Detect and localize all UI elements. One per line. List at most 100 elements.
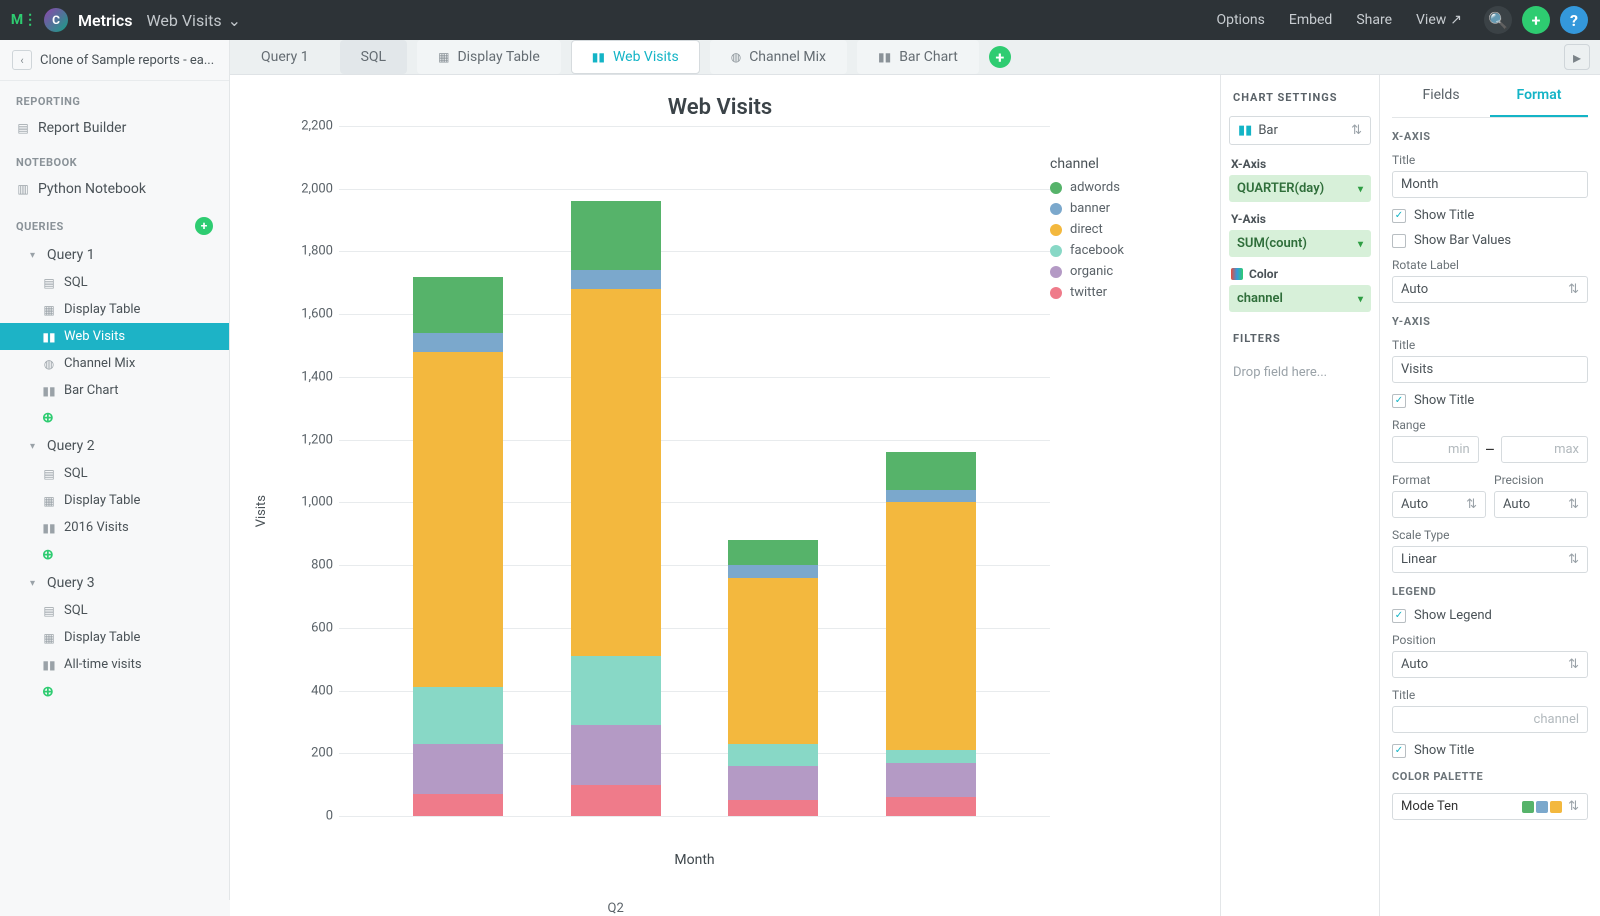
workspace-title[interactable]: Metrics [78,11,132,30]
report-builder-item[interactable]: ▤Report Builder [0,114,229,142]
tab-display-table[interactable]: ▦Display Table [417,40,561,74]
bar-segment-organic[interactable] [886,763,976,798]
bar-segment-banner[interactable] [571,270,661,289]
query-group[interactable]: ▾Query 3 [0,569,229,597]
options-link[interactable]: Options [1216,12,1264,28]
format-select[interactable]: Auto⇅ [1392,491,1486,518]
show-bar-values-checkbox[interactable] [1392,234,1406,248]
range-min-input[interactable] [1392,436,1479,463]
y-show-title-checkbox[interactable] [1392,394,1406,408]
query-child-item[interactable]: ▦Display Table [0,624,229,651]
query-group[interactable]: ▾Query 2 [0,432,229,460]
bar-segment-direct[interactable] [886,502,976,750]
bar-segment-twitter[interactable] [571,785,661,816]
y-title-input[interactable] [1392,356,1588,383]
show-legend-checkbox[interactable] [1392,609,1406,623]
tab-web-visits[interactable]: ▮▮Web Visits [571,40,700,74]
bar-segment-facebook[interactable] [413,687,503,743]
bar-segment-adwords[interactable] [886,452,976,490]
bar-segment-twitter[interactable] [728,800,818,816]
tab-bar-chart[interactable]: ▮▮Bar Chart [857,40,979,74]
bar-segment-adwords[interactable] [413,277,503,333]
y-axis-field[interactable]: SUM(count) [1229,230,1371,257]
query-child-item[interactable]: ▦Display Table [0,296,229,323]
bar-segment-direct[interactable] [571,289,661,656]
tab-query-1[interactable]: Query 1 [240,40,330,74]
add-query-child[interactable]: ⊕ [0,678,229,706]
range-dash: – [1485,440,1496,459]
bar-segment-banner[interactable] [728,565,818,578]
x-show-title-checkbox[interactable] [1392,209,1406,223]
query-child-item[interactable]: ◍Channel Mix [0,350,229,377]
query-child-item[interactable]: ▮▮All-time visits [0,651,229,678]
add-query-button[interactable]: + [195,217,213,235]
query-group[interactable]: ▾Query 1 [0,241,229,269]
page-title: Web Visits [146,11,221,30]
view-link[interactable]: View↗ [1416,12,1462,28]
share-link[interactable]: Share [1356,12,1392,28]
bar-segment-twitter[interactable] [413,794,503,816]
filters-dropzone[interactable]: Drop field here... [1229,357,1371,388]
rotate-label-select[interactable]: Auto⇅ [1392,276,1588,303]
query-child-item[interactable]: ▤SQL [0,269,229,296]
query-child-item[interactable]: ▮▮2016 Visits [0,514,229,541]
user-avatar[interactable]: ? [1560,6,1588,34]
item-icon: ▦ [42,631,56,645]
breadcrumb[interactable]: Clone of Sample reports - ea... [40,53,217,68]
expand-button[interactable]: ▸ [1564,44,1590,70]
chart-type-select[interactable]: ▮▮Bar⇅ [1229,116,1371,145]
bar-segment-banner[interactable] [413,333,503,352]
y-tick: 600 [283,620,333,635]
bar-segment-direct[interactable] [728,578,818,744]
precision-select[interactable]: Auto⇅ [1494,491,1588,518]
legend-title-input[interactable] [1392,706,1588,733]
bar-segment-banner[interactable] [886,490,976,503]
legend-item[interactable]: twitter [1050,285,1190,300]
query-child-item[interactable]: ▤SQL [0,460,229,487]
palette-select[interactable]: Mode Ten ⇅ [1392,793,1588,820]
item-icon: ▤ [42,467,56,481]
legend-item[interactable]: adwords [1050,180,1190,195]
item-icon: ▦ [42,494,56,508]
bar-segment-organic[interactable] [728,766,818,801]
legend-item[interactable]: facebook [1050,243,1190,258]
bar-segment-twitter[interactable] [886,797,976,816]
add-query-child[interactable]: ⊕ [0,404,229,432]
query-child-item[interactable]: ▮▮Bar Chart [0,377,229,404]
bar-segment-organic[interactable] [413,744,503,794]
scale-type-select[interactable]: Linear⇅ [1392,546,1588,573]
bar-segment-direct[interactable] [413,352,503,688]
bar-segment-organic[interactable] [571,725,661,785]
query-child-item[interactable]: ▦Display Table [0,487,229,514]
workspace-avatar-icon[interactable]: C [44,8,68,32]
bar-segment-facebook[interactable] [886,750,976,763]
bar-segment-adwords[interactable] [728,540,818,565]
color-field[interactable]: channel [1229,285,1371,312]
fields-tab[interactable]: Fields [1392,75,1490,117]
back-button[interactable]: ‹ [12,50,32,70]
new-button[interactable]: + [1522,6,1550,34]
page-title-dropdown[interactable]: Web Visits ⌄ [146,11,241,30]
format-tab[interactable]: Format [1490,75,1588,117]
tab-sql[interactable]: SQL [340,40,407,74]
precision-label: Precision [1494,473,1588,487]
bar-segment-adwords[interactable] [571,201,661,270]
bar-segment-facebook[interactable] [728,744,818,766]
x-axis-field[interactable]: QUARTER(day) [1229,175,1371,202]
range-max-input[interactable] [1501,436,1588,463]
embed-link[interactable]: Embed [1289,12,1332,28]
bar-segment-facebook[interactable] [571,656,661,725]
query-child-item[interactable]: ▤SQL [0,597,229,624]
x-title-input[interactable] [1392,171,1588,198]
legend-item[interactable]: banner [1050,201,1190,216]
search-button[interactable]: 🔍 [1484,6,1512,34]
python-notebook-item[interactable]: ▥Python Notebook [0,175,229,203]
query-child-item[interactable]: ▮▮Web Visits [0,323,229,350]
tab-channel-mix[interactable]: ◍Channel Mix [710,40,847,74]
legend-item[interactable]: direct [1050,222,1190,237]
legend-position-select[interactable]: Auto⇅ [1392,651,1588,678]
add-query-child[interactable]: ⊕ [0,541,229,569]
add-tab-button[interactable]: + [989,46,1011,68]
legend-show-title-checkbox[interactable] [1392,744,1406,758]
legend-item[interactable]: organic [1050,264,1190,279]
